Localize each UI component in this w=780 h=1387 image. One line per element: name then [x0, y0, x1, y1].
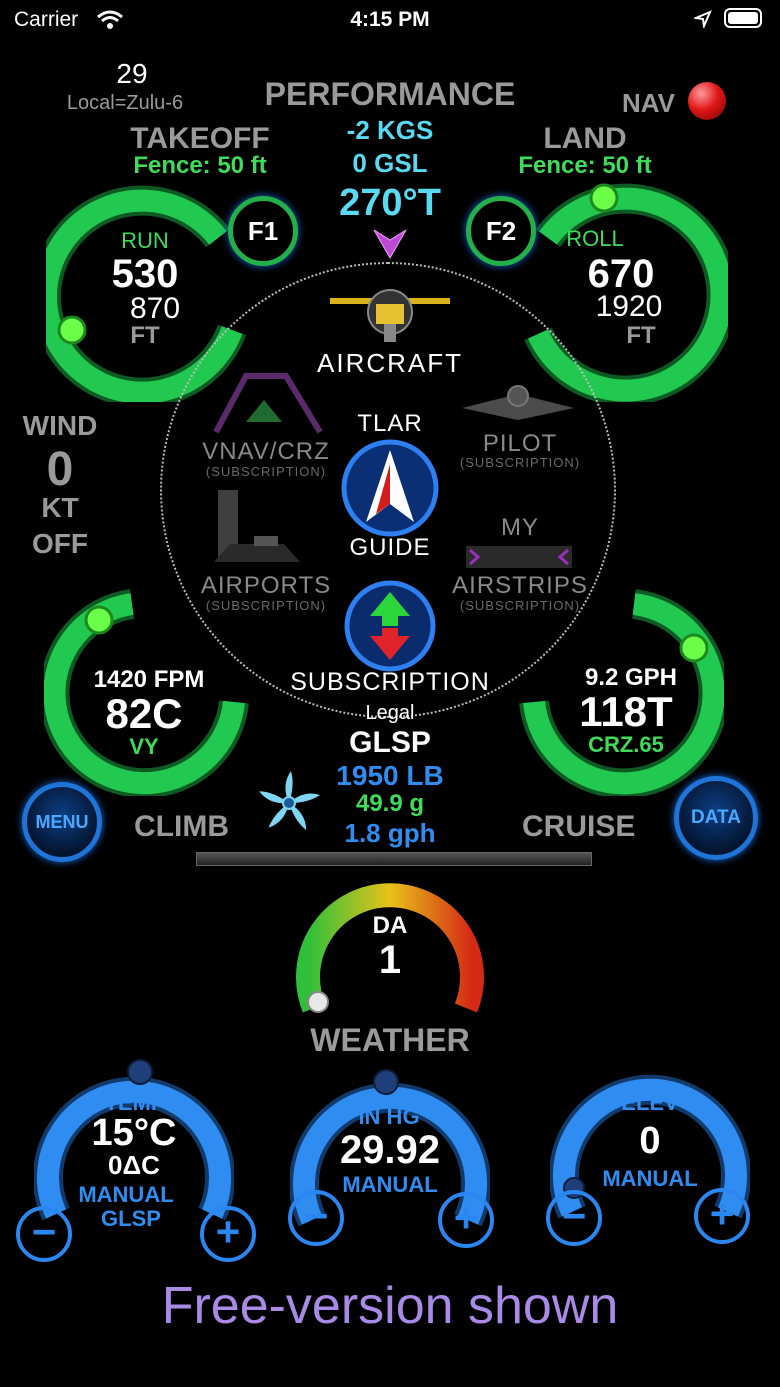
gross-weight: 1950 LB [336, 760, 444, 791]
f2-button-label: F2 [485, 216, 517, 246]
elevation-label: ELEV [621, 1090, 679, 1115]
pilot-subscription-note: (SUBSCRIPTION) [459, 455, 581, 470]
takeoff-distance: 870 [129, 292, 181, 325]
cruise-power: CRZ.65 [588, 732, 664, 757]
takeoff-run: 530 [111, 252, 179, 296]
altimeter-label: IN HG [358, 1104, 420, 1129]
fuel-quantity: 49.9 g [355, 790, 425, 817]
land-unit: FT [626, 322, 656, 349]
wind-unit: KT [41, 492, 79, 523]
propeller-icon[interactable] [254, 768, 324, 838]
menu-button-label: MENU [35, 812, 89, 832]
plus-icon: + [215, 1208, 241, 1255]
minus-icon: − [303, 1192, 329, 1239]
clock: 4:15 PM [350, 8, 430, 31]
separator-bar [196, 852, 592, 866]
day-number: 29 [116, 58, 148, 89]
temp-increase-button[interactable]: + [200, 1206, 256, 1262]
weather-title: WEATHER [310, 1022, 470, 1058]
temp-decrease-button[interactable]: − [16, 1206, 72, 1262]
altimeter-mode[interactable]: MANUAL [320, 1172, 460, 1198]
location-arrow-icon [694, 10, 712, 28]
airport-tower-icon[interactable] [204, 484, 304, 566]
land-fence: Fence: 50 ft [518, 152, 652, 179]
heading-pointer-icon [373, 229, 407, 260]
land-title: LAND [543, 122, 627, 155]
temp-delta: 0ΔC [108, 1150, 160, 1180]
ground-speed: -2 KGS [346, 115, 434, 145]
vnav-menu-label[interactable]: VNAV/CRZ [186, 438, 346, 466]
guide-label[interactable]: GUIDE [320, 534, 460, 562]
climb-speed-type: VY [129, 734, 159, 759]
pilot-wings-icon[interactable] [458, 380, 578, 436]
elevation-mode[interactable]: MANUAL [580, 1166, 720, 1192]
legal-status: Legal [365, 702, 415, 724]
wind-label: WIND [22, 410, 98, 441]
climb-speed: 82C [105, 690, 183, 737]
plus-icon: + [709, 1190, 735, 1237]
pilot-menu-label[interactable]: PILOT [440, 430, 600, 458]
altimeter-value: 29.92 [339, 1128, 441, 1172]
airstrip-icon[interactable] [464, 542, 574, 572]
subscription-icon[interactable] [342, 578, 438, 674]
altimeter-decrease-button[interactable]: − [288, 1190, 344, 1246]
wind-value: 0 [46, 443, 74, 496]
wind-state[interactable]: OFF [10, 528, 110, 560]
data-button[interactable]: DATA [674, 776, 758, 860]
temp-type: GLSP [101, 1206, 161, 1231]
takeoff-title: TAKEOFF [130, 122, 270, 155]
takeoff-fence: Fence: 50 ft [133, 152, 267, 179]
takeoff-unit: FT [130, 322, 160, 349]
elevation-increase-button[interactable]: + [694, 1188, 750, 1244]
gsl-value: 0 GSL [352, 148, 428, 178]
menu-button[interactable]: MENU [22, 782, 102, 862]
altimeter-increase-button[interactable]: + [438, 1192, 494, 1248]
vnav-subscription-note: (SUBSCRIPTION) [205, 464, 327, 479]
tlar-label: TLAR [357, 410, 423, 437]
my-label: MY [501, 514, 539, 541]
f1-button[interactable]: F1 [228, 196, 298, 266]
vnav-icon[interactable] [206, 372, 330, 436]
temp-value: 15°C [91, 1112, 177, 1154]
timezone-label: Local=Zulu-6 [66, 92, 184, 114]
plus-icon: + [453, 1194, 479, 1241]
battery-icon [724, 8, 762, 28]
land-label: ROLL [566, 226, 624, 251]
elevation-value: 0 [639, 1120, 661, 1162]
aircraft-icon[interactable] [326, 288, 454, 348]
density-altitude-value: 1 [378, 938, 402, 982]
data-button-label: DATA [691, 807, 741, 828]
f1-button-label: F1 [247, 216, 279, 246]
aircraft-type[interactable]: GLSP [310, 726, 470, 760]
minus-icon: − [31, 1208, 57, 1255]
takeoff-label: RUN [121, 228, 169, 253]
page-title: PERFORMANCE [264, 76, 516, 112]
nav-label: NAV [622, 88, 675, 118]
climb-label: CLIMB [134, 810, 229, 843]
minus-icon: − [561, 1192, 587, 1239]
f2-button[interactable]: F2 [466, 196, 536, 266]
cruise-label: CRUISE [522, 810, 636, 843]
land-distance: 1920 [595, 290, 663, 323]
density-altitude-label: DA [372, 912, 408, 939]
free-version-note: Free-version shown [161, 1277, 619, 1335]
nav-status-light[interactable] [688, 82, 726, 120]
elevation-decrease-button[interactable]: − [546, 1190, 602, 1246]
subscription-menu-label[interactable]: SUBSCRIPTION [280, 668, 500, 697]
temp-mode[interactable]: MANUAL [56, 1182, 196, 1208]
fuel-burn: 1.8 gph [344, 818, 436, 848]
cruise-speed: 118T [579, 688, 673, 735]
status-bar: Carrier 4:15 PM [0, 0, 780, 40]
tlar-guide-icon[interactable] [340, 438, 440, 538]
